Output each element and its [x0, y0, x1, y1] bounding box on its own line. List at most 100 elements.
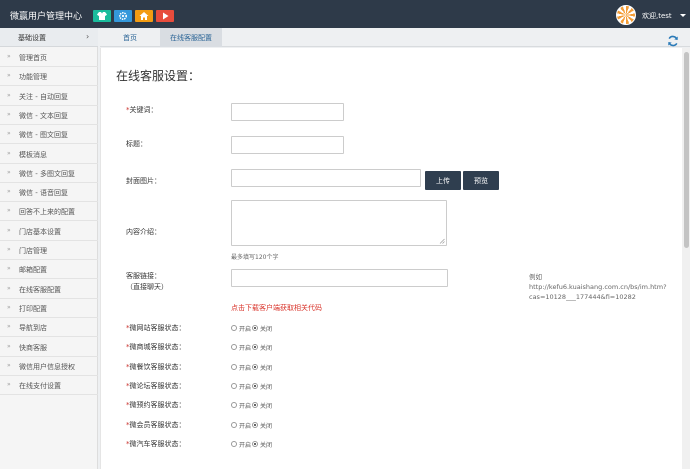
sidebar-item[interactable]: » 功能管理: [0, 67, 98, 87]
double-chevron-right-icon: »: [7, 265, 11, 273]
radio-label-on: 开启: [239, 383, 252, 391]
upload-button[interactable]: 上传: [425, 171, 461, 190]
scrollbar-thumb[interactable]: [684, 52, 689, 248]
status-label: *微商城客服状态：: [126, 342, 186, 352]
radio-label-on: 开启: [239, 326, 252, 333]
radio-label-on: 开启: [239, 364, 252, 372]
radio-label-on: 开启: [239, 441, 252, 449]
download-client-tip[interactable]: 点击下载客户端获取相关代码: [231, 303, 322, 313]
resize-handle-icon[interactable]: [439, 238, 445, 244]
radio-on[interactable]: [231, 421, 237, 428]
radio-on[interactable]: [231, 363, 237, 370]
preview-button[interactable]: 预览: [463, 171, 499, 190]
sidebar-item[interactable]: » 在线支付设置: [0, 376, 98, 396]
cover-image-input[interactable]: [231, 169, 421, 187]
radio-off[interactable]: [252, 382, 258, 389]
status-label-text: 微餐饮客服状态：: [129, 362, 186, 371]
radio-off[interactable]: [252, 440, 258, 447]
double-chevron-right-icon: »: [7, 53, 11, 60]
radio-label-off: 关闭: [260, 383, 273, 391]
sidebar-item[interactable]: » 打印配置: [0, 299, 98, 318]
refresh-icon[interactable]: [667, 35, 679, 47]
sidebar-item-label: 在线客服配置: [19, 285, 61, 294]
play-icon: [163, 12, 169, 20]
intro-hint: 最多填写120个字: [231, 254, 279, 261]
intro-label: 内容介绍：: [126, 228, 161, 236]
sidebar-item[interactable]: » 回答不上来的配置: [0, 202, 98, 222]
sidebar-item[interactable]: » 门店管理: [0, 241, 98, 260]
shirt-button[interactable]: [93, 10, 111, 22]
gear-icon: [118, 11, 128, 21]
status-label-text: 微网站客服状态：: [129, 324, 186, 332]
sidebar-item-label: 管理首页: [19, 54, 47, 62]
sidebar-item[interactable]: » 关注 - 自动回复: [0, 87, 98, 106]
radio-label-off: 关闭: [260, 326, 273, 333]
sidebar-section-label: 基础设置: [18, 34, 46, 42]
page-title: 在线客服设置：: [116, 69, 201, 83]
double-chevron-right-icon: »: [7, 226, 11, 234]
welcome-text[interactable]: 欢迎,test: [642, 11, 672, 21]
avatar[interactable]: [616, 5, 636, 25]
sidebar-item-label: 微信 - 多图文回复: [19, 169, 75, 178]
radio-off[interactable]: [252, 325, 258, 331]
radio-label-off: 关闭: [260, 345, 273, 353]
shirt-icon: [97, 12, 107, 20]
sidebar-item-label: 邮箱配置: [19, 266, 47, 275]
title-input[interactable]: [231, 136, 344, 154]
sidebar-item[interactable]: » 导航到店: [0, 318, 98, 338]
top-bar: 微赢用户管理中心 欢迎,test: [0, 0, 690, 28]
sidebar-item-label: 门店管理: [19, 247, 47, 255]
sidebar-item-label: 微信 - 语音回复: [19, 189, 68, 198]
tab-home[interactable]: 首页: [100, 28, 160, 47]
radio-label-off: 关闭: [260, 364, 273, 372]
sidebar-item-label: 微信 - 文本回复: [19, 111, 68, 120]
sidebar-item[interactable]: » 微信 - 多图文回复: [0, 164, 98, 183]
title-label: 标题：: [126, 140, 147, 148]
sidebar-item[interactable]: » 微信用户信息授权: [0, 357, 98, 376]
tab-label: 在线客服配置: [170, 34, 212, 42]
sidebar-item[interactable]: » 在线客服配置: [0, 280, 98, 299]
chevron-down-icon[interactable]: [680, 14, 686, 17]
double-chevron-right-icon: »: [7, 72, 11, 80]
radio-on[interactable]: [231, 382, 237, 389]
status-label: *微网站客服状态：: [126, 323, 186, 333]
settings-button[interactable]: [114, 10, 132, 22]
intro-textarea[interactable]: [231, 200, 447, 246]
double-chevron-right-icon: »: [7, 323, 11, 331]
service-link-input[interactable]: [231, 269, 448, 287]
sidebar-item-label: 打印配置: [19, 304, 47, 313]
radio-label-on: 开启: [239, 403, 252, 411]
sidebar: 基础设置 › » 管理首页 » 功能管理 » 关注 - 自动回复 » 微信 - 文本回复 » 微信…: [0, 28, 98, 469]
play-button[interactable]: [156, 10, 174, 22]
sidebar-item[interactable]: » 邮箱配置: [0, 260, 98, 280]
radio-on[interactable]: [231, 440, 237, 447]
sidebar-section-header[interactable]: 基础设置 ›: [0, 28, 98, 47]
status-label: *微餐饮客服状态：: [126, 362, 186, 372]
sidebar-item-label: 功能管理: [19, 73, 47, 82]
upload-button-label: 上传: [436, 177, 450, 185]
double-chevron-right-icon: »: [7, 110, 11, 118]
keyword-input[interactable]: [231, 103, 344, 121]
radio-off[interactable]: [252, 363, 258, 370]
sidebar-item[interactable]: » 微信 - 语音回复: [0, 183, 98, 203]
radio-on[interactable]: [231, 325, 237, 331]
sidebar-item[interactable]: » 快商客服: [0, 338, 98, 357]
sidebar-item[interactable]: » 微信 - 图文回复: [0, 125, 98, 145]
double-chevron-right-icon: »: [7, 130, 11, 138]
tab-bar: 首页 在线客服配置: [100, 28, 690, 47]
double-chevron-right-icon: »: [7, 342, 11, 350]
sidebar-item[interactable]: » 模板消息: [0, 145, 98, 164]
status-label: *微论坛客服状态：: [126, 381, 186, 391]
double-chevron-right-icon: »: [7, 168, 11, 176]
radio-off[interactable]: [252, 421, 258, 428]
sidebar-item[interactable]: » 微信 - 文本回复: [0, 106, 98, 125]
radio-label-off: 关闭: [260, 403, 273, 411]
main-panel: [100, 48, 682, 469]
home-button[interactable]: [135, 10, 153, 22]
radio-label-off: 关闭: [260, 441, 273, 449]
tab-online-service-config[interactable]: 在线客服配置: [160, 28, 222, 47]
sidebar-item-label: 快商客服: [19, 343, 47, 352]
sidebar-item[interactable]: » 门店基本设置: [0, 222, 98, 241]
sidebar-item[interactable]: » 管理首页: [0, 48, 98, 67]
status-label: *微会员客服状态：: [126, 420, 186, 430]
